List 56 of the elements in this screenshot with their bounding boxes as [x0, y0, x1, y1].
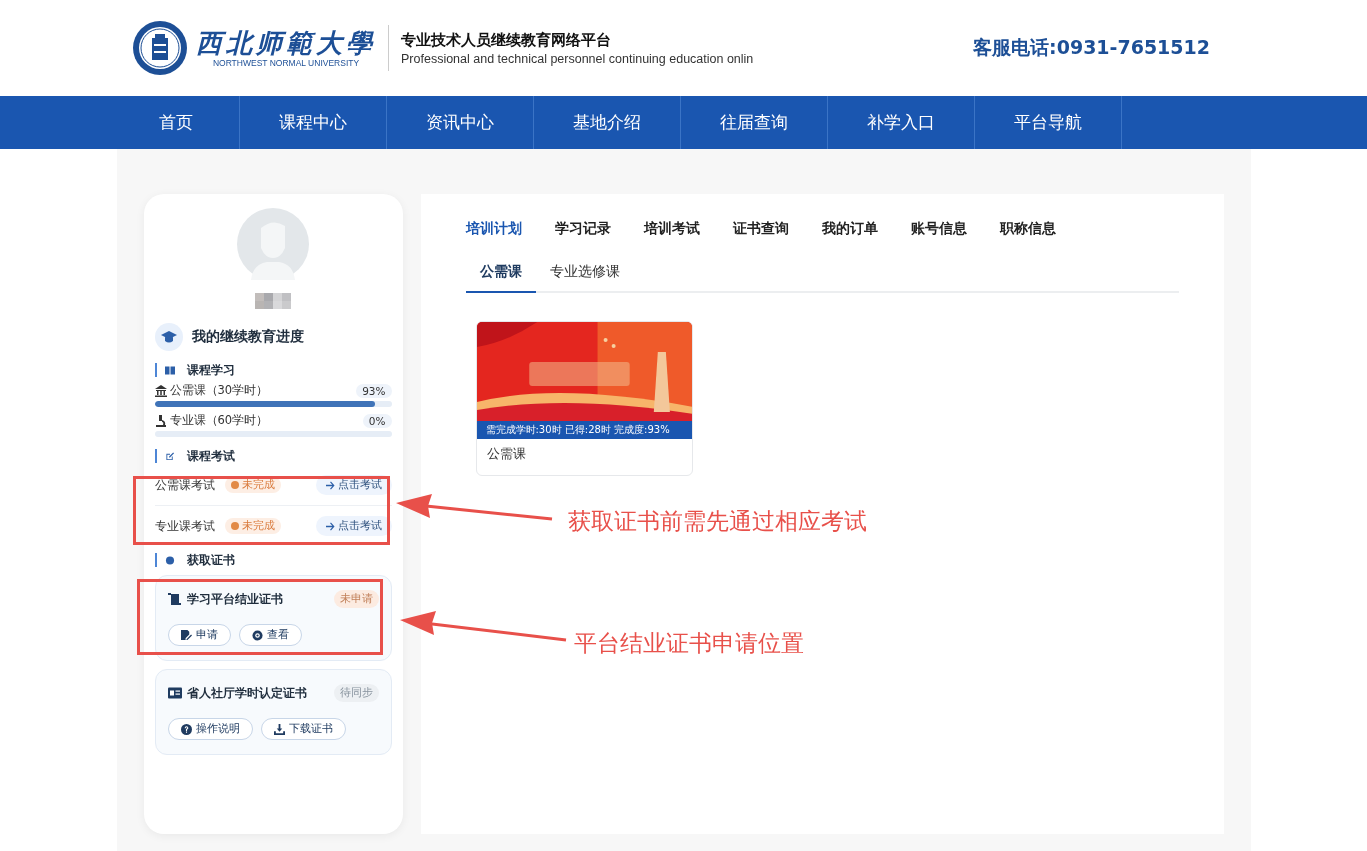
service-hotline: 客服电话:0931-7651512 [973, 35, 1210, 60]
edit-document-icon [180, 629, 192, 641]
badge-icon [164, 555, 175, 565]
microscope-icon [154, 414, 167, 427]
platform-title: 专业技术人员继续教育网络平台 [401, 30, 612, 50]
course-title: 公需课 [485, 445, 527, 463]
help-icon [180, 723, 192, 735]
sub-tab[interactable]: 专业选修课 [535, 263, 634, 293]
section-title: 获取证书 [186, 551, 235, 569]
instructions-button[interactable]: 操作说明 [167, 718, 253, 740]
apply-button[interactable]: 申请 [167, 624, 231, 646]
tab[interactable]: 职称信息 [999, 220, 1056, 238]
status-badge: 未完成 [224, 518, 281, 534]
start-exam-button[interactable]: 点击考试 [315, 516, 392, 536]
tab[interactable]: 账号信息 [910, 220, 967, 238]
progress-heading: 我的继续教育进度 [191, 328, 304, 346]
section-title: 课程考试 [186, 447, 235, 465]
blurred-name-drawing [255, 293, 291, 309]
eye-icon [251, 629, 263, 641]
tab[interactable]: 学习记录 [554, 220, 611, 238]
university-name-logo: 西北师範大學 [196, 28, 376, 58]
annotation-text: 平台结业证书申请位置 [574, 629, 804, 658]
exam-name: 公需课考试 [154, 477, 216, 493]
course-card[interactable]: 需完成学时:30时 已得:28时 完成度:93% 公需课 [475, 321, 693, 476]
tab[interactable]: 培训考试 [643, 220, 700, 238]
download-icon [273, 723, 285, 735]
tab[interactable]: 证书查询 [732, 220, 789, 238]
exam-name: 专业课考试 [154, 518, 216, 534]
percent-badge: 93% [356, 383, 392, 398]
arrow-right-icon [325, 480, 335, 490]
download-button[interactable]: 下载证书 [260, 718, 346, 740]
platform-subtitle: Professional and technical personnel continuing education onlin [401, 51, 754, 66]
edit-icon [164, 451, 175, 461]
scroll-icon [167, 593, 182, 605]
university-seal-icon [132, 20, 188, 76]
avatar-icon [237, 208, 309, 280]
status-badge: 待同步 [333, 684, 379, 702]
sub-tab[interactable]: 公需课 [465, 263, 536, 293]
id-card-icon [167, 687, 182, 699]
certificate-title: 学习平台结业证书 [186, 590, 284, 608]
section-title: 课程学习 [186, 361, 235, 379]
percent-badge: 0% [362, 413, 392, 428]
tab[interactable]: 我的订单 [821, 220, 878, 238]
annotation-text: 获取证书前需先通过相应考试 [568, 507, 867, 536]
bank-building-icon [154, 384, 167, 397]
course-progress-label: 公需课（30学时） [169, 383, 270, 398]
certificate-title: 省人社厅学时认定证书 [186, 684, 308, 702]
university-english-name: NORTHWEST NORMAL UNIVERSITY [212, 58, 360, 68]
arrow-right-icon [325, 521, 335, 531]
view-button[interactable]: 查看 [238, 624, 302, 646]
status-badge: 未申请 [333, 590, 379, 608]
tab[interactable]: 培训计划 [465, 220, 522, 238]
book-icon [164, 365, 175, 375]
course-progress-label: 专业课（60学时） [169, 413, 270, 428]
course-progress-caption: 需完成学时:30时 已得:28时 完成度:93% [476, 421, 692, 439]
graduation-cap-icon [154, 323, 183, 351]
